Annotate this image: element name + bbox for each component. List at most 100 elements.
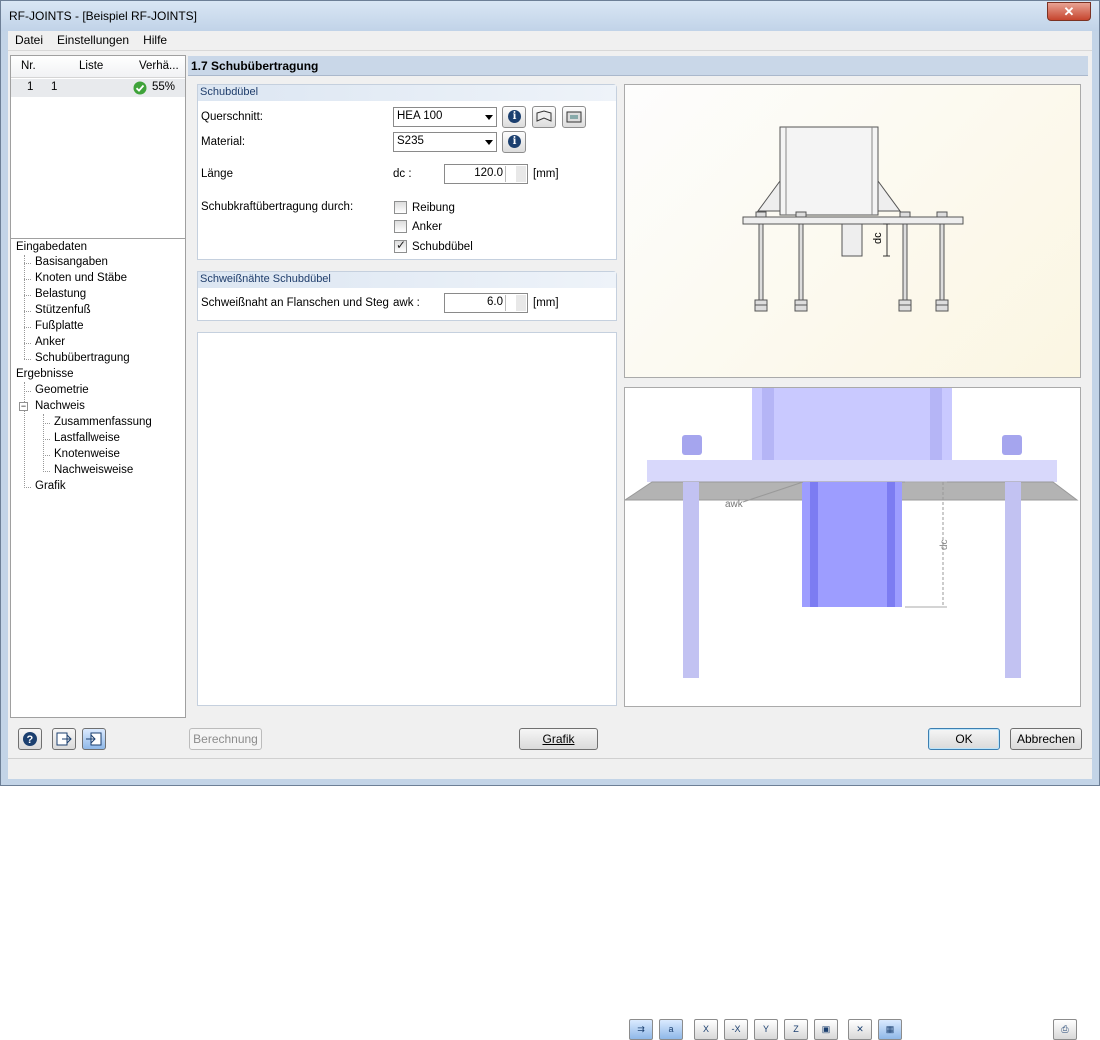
tree-lastfallweise[interactable]: Lastfallweise	[54, 432, 120, 444]
info-icon: i	[508, 135, 521, 148]
laenge-symbol: dc :	[393, 168, 412, 180]
querschnitt-info-button[interactable]: i	[502, 106, 526, 128]
info-icon: i	[508, 110, 521, 123]
tree-nachweisweise[interactable]: Nachweisweise	[54, 464, 133, 476]
page-title-bar: 1.7 Schubübertragung	[188, 56, 1088, 76]
tree-fussplatte[interactable]: Fußplatte	[35, 320, 84, 332]
tree-zusammenfassung[interactable]: Zusammenfassung	[54, 416, 152, 428]
tree-knotenweise[interactable]: Knotenweise	[54, 448, 120, 460]
page-title: 1.7 Schubübertragung	[191, 59, 319, 73]
front-view-drawing: dc	[742, 126, 964, 312]
anker-checkbox[interactable]	[394, 220, 407, 233]
col-liste[interactable]: Liste	[79, 60, 103, 72]
tree-eingabedaten[interactable]: Eingabedaten	[16, 241, 87, 253]
row-verhaeltnis: 55%	[152, 81, 176, 93]
awk-label: awk	[725, 499, 744, 510]
export-button[interactable]	[52, 728, 76, 750]
zoom-reset-button[interactable]: ✕	[848, 1019, 872, 1040]
tree-anker[interactable]: Anker	[35, 336, 65, 348]
material-select[interactable]: S235	[393, 132, 497, 152]
group-schubduebel: Schubdübel Querschnitt: HEA 100 i Materi…	[197, 84, 617, 260]
view-minus-x-button[interactable]: -X	[724, 1019, 748, 1040]
front-view-graphic: dc	[624, 84, 1081, 378]
col-nr[interactable]: Nr.	[21, 60, 36, 72]
print-button[interactable]: ⎙	[1053, 1019, 1077, 1040]
detail-view-graphic: dc awk ⇉ a X -X Y Z ▣ ✕ ▦ ⎙	[623, 387, 1081, 1040]
querschnitt-select[interactable]: HEA 100	[393, 107, 497, 127]
material-info-button[interactable]: i	[502, 131, 526, 153]
navigation-panel: Nr. Liste Verhä... 1 1 55% Eingabedaten …	[10, 55, 186, 718]
detail-view-drawing: dc awk	[623, 388, 1079, 678]
tree-geometrie[interactable]: Geometrie	[35, 384, 89, 396]
tree-expander[interactable]: −	[19, 402, 28, 411]
client-area: Nr. Liste Verhä... 1 1 55% Eingabedaten …	[8, 51, 1092, 1040]
grafik-button[interactable]: Grafik	[519, 728, 598, 750]
laenge-unit: [mm]	[533, 168, 559, 180]
row-liste: 1	[51, 81, 58, 93]
navigator-tree: Eingabedaten Basisangaben Knoten und Stä…	[11, 238, 185, 718]
schubduebel-label: Schubdübel	[412, 241, 473, 253]
empty-panel	[197, 332, 617, 706]
material-label: Material:	[201, 136, 246, 148]
tree-belastung[interactable]: Belastung	[35, 288, 86, 300]
laenge-input[interactable]: 120.0	[444, 164, 528, 184]
bottom-bar: ? Berechnung Grafik OK Abbrechen	[8, 721, 1092, 757]
render-mode-button[interactable]: ▦	[878, 1019, 902, 1040]
book-icon	[536, 110, 552, 122]
tree-nachweis[interactable]: Nachweis	[35, 400, 85, 412]
row-nr: 1	[27, 81, 34, 93]
list-row[interactable]: 1 1 55%	[11, 79, 185, 97]
querschnitt-label: Querschnitt:	[201, 111, 263, 123]
menu-datei[interactable]: Datei	[8, 31, 50, 49]
menu-einstellungen[interactable]: Einstellungen	[50, 31, 136, 49]
input-pane: Schubdübel Querschnitt: HEA 100 i Materi…	[197, 84, 617, 706]
group-schweissnaehte: Schweißnähte Schubdübel Schweißnaht an F…	[197, 271, 617, 321]
svg-text:?: ?	[27, 734, 34, 746]
help-icon: ?	[23, 732, 37, 746]
import-button[interactable]	[82, 728, 106, 750]
status-bar	[8, 758, 1092, 779]
dc-dimension-label: dc	[872, 232, 884, 244]
title-bar: RF-JOINTS - [Beispiel RF-JOINTS] ✕	[1, 1, 1099, 31]
list-header: Nr. Liste Verhä...	[11, 56, 185, 78]
dc-label: dc	[939, 539, 950, 550]
awk-unit: [mm]	[533, 297, 559, 309]
section-edit-button[interactable]	[562, 106, 586, 128]
view-y-button[interactable]: Y	[754, 1019, 778, 1040]
view-x-button[interactable]: X	[694, 1019, 718, 1040]
view-dimension-button[interactable]: a	[659, 1019, 683, 1040]
tree-grafik[interactable]: Grafik	[35, 480, 66, 492]
col-verhaeltnis[interactable]: Verhä...	[139, 60, 179, 72]
schweissnaht-label: Schweißnaht an Flanschen und Steg	[201, 297, 389, 309]
awk-input[interactable]: 6.0	[444, 293, 528, 313]
laenge-label: Länge	[201, 168, 233, 180]
awk-symbol: awk :	[393, 297, 420, 309]
view-move-button[interactable]: ⇉	[629, 1019, 653, 1040]
schubduebel-checkbox[interactable]	[394, 238, 407, 253]
group-title: Schweißnähte Schubdübel	[198, 272, 616, 288]
help-button[interactable]: ?	[18, 728, 42, 750]
export-icon	[56, 732, 72, 746]
group-title: Schubdübel	[198, 85, 616, 101]
import-icon	[86, 732, 102, 746]
window-title: RF-JOINTS - [Beispiel RF-JOINTS]	[9, 9, 198, 23]
view-iso-button[interactable]: ▣	[814, 1019, 838, 1040]
tree-basisangaben[interactable]: Basisangaben	[35, 256, 108, 268]
close-button[interactable]: ✕	[1047, 2, 1091, 21]
schub-label: Schubkraftübertragung durch:	[201, 201, 354, 213]
app-window: RF-JOINTS - [Beispiel RF-JOINTS] ✕ Datei…	[0, 0, 1100, 1040]
tree-schubuebertragung[interactable]: Schubübertragung	[35, 352, 130, 364]
reibung-checkbox[interactable]	[394, 201, 407, 214]
menu-bar: Datei Einstellungen Hilfe	[8, 31, 1092, 51]
reibung-label: Reibung	[412, 202, 455, 214]
library-button[interactable]	[532, 106, 556, 128]
tree-stuetzenfuss[interactable]: Stützenfuß	[35, 304, 91, 316]
check-ok-icon	[133, 81, 147, 95]
tree-ergebnisse[interactable]: Ergebnisse	[16, 368, 74, 380]
abbrechen-button[interactable]: Abbrechen	[1010, 728, 1082, 750]
ok-button[interactable]: OK	[928, 728, 1000, 750]
berechnung-button[interactable]: Berechnung	[189, 728, 262, 750]
menu-hilfe[interactable]: Hilfe	[136, 31, 174, 49]
tree-knoten-staebe[interactable]: Knoten und Stäbe	[35, 272, 127, 284]
view-z-button[interactable]: Z	[784, 1019, 808, 1040]
